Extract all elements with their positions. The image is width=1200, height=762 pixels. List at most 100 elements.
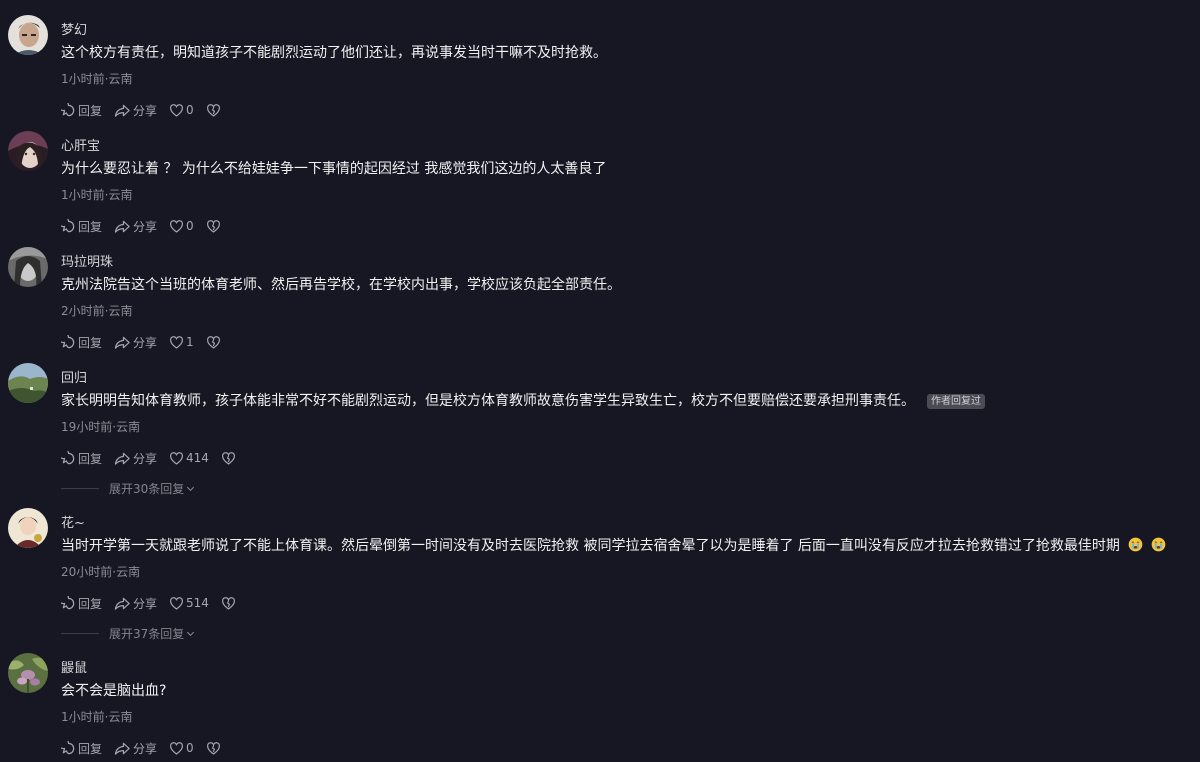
share-button[interactable]: 分享 — [114, 450, 157, 467]
avatar[interactable] — [8, 15, 48, 55]
like-button[interactable]: 0 — [169, 103, 194, 118]
like-count: 514 — [186, 596, 209, 610]
like-button[interactable]: 414 — [169, 451, 209, 466]
share-button[interactable]: 分享 — [114, 334, 157, 351]
share-icon — [114, 104, 130, 117]
share-button[interactable]: 分享 — [114, 218, 157, 235]
username[interactable]: 花~ — [61, 512, 85, 531]
dislike-button[interactable] — [221, 451, 238, 466]
broken-heart-icon — [206, 219, 220, 233]
comment-actions: 回复 分享 1 — [61, 333, 223, 351]
crying-face-icon — [1151, 537, 1166, 552]
share-label: 分享 — [133, 596, 158, 611]
comment-body: 这个校方有责任，明知道孩子不能剧烈运动了他们还让，再说事发当时干嘛不及时抢救。 — [61, 45, 607, 61]
comment-actions: 回复 分享 0 — [61, 101, 223, 119]
reply-label: 回复 — [78, 103, 103, 118]
like-count: 0 — [186, 103, 194, 117]
comment-body: 家长明明告知体育教师，孩子体能非常不好不能剧烈运动，但是校方体育教师故意伤害学生… — [61, 393, 915, 409]
reply-button[interactable]: 回复 — [61, 740, 102, 757]
share-label: 分享 — [133, 451, 158, 466]
comment-meta: 1小时前·云南 — [61, 188, 133, 202]
avatar[interactable] — [8, 363, 48, 403]
avatar[interactable] — [8, 508, 48, 548]
comment-text: 家长明明告知体育教师，孩子体能非常不好不能剧烈运动，但是校方体育教师故意伤害学生… — [61, 392, 985, 410]
comment-body: 为什么要忍让着 ？ 为什么不给娃娃争一下事情的起因经过 我感觉我们这边的人太善良… — [61, 161, 607, 177]
reply-label: 回复 — [78, 451, 103, 466]
share-button[interactable]: 分享 — [114, 595, 157, 612]
broken-heart-icon — [206, 103, 220, 117]
avatar-image — [8, 363, 48, 403]
author-replied-tag: 作者回复过 — [927, 394, 985, 409]
comment-actions: 回复 分享 514 — [61, 594, 238, 612]
like-count: 414 — [186, 451, 209, 465]
comment-meta: 1小时前·云南 — [61, 72, 133, 86]
expand-replies-button[interactable]: 展开30条回复 — [61, 480, 196, 497]
broken-heart-icon — [206, 741, 220, 755]
share-icon — [114, 336, 130, 349]
share-icon — [114, 220, 130, 233]
avatar-image — [8, 653, 48, 693]
reply-label: 回复 — [78, 741, 103, 756]
comment-actions: 回复 分享 0 — [61, 739, 223, 757]
broken-heart-icon — [222, 596, 235, 610]
comment-body: 克州法院告这个当班的体育老师、然后再告学校，在学校内出事，学校应该负起全部责任。 — [61, 277, 621, 293]
avatar-image — [8, 15, 48, 55]
avatar[interactable] — [8, 247, 48, 287]
avatar[interactable] — [8, 131, 48, 171]
reply-button[interactable]: 回复 — [61, 595, 102, 612]
reply-icon — [61, 334, 75, 348]
comment-meta: 20小时前·云南 — [61, 565, 141, 579]
reply-button[interactable]: 回复 — [61, 218, 102, 235]
reply-label: 回复 — [78, 335, 103, 350]
dislike-button[interactable] — [206, 741, 223, 756]
like-count: 1 — [186, 335, 194, 349]
share-label: 分享 — [133, 741, 158, 756]
dislike-button[interactable] — [221, 596, 238, 611]
username[interactable]: 鼹鼠 — [61, 657, 87, 676]
expand-replies-label: 展开30条回复 — [109, 482, 185, 496]
reply-label: 回复 — [78, 219, 103, 234]
username[interactable]: 回归 — [61, 367, 87, 386]
reply-button[interactable]: 回复 — [61, 102, 102, 119]
comment-text: 克州法院告这个当班的体育老师、然后再告学校，在学校内出事，学校应该负起全部责任。 — [61, 276, 621, 294]
reply-icon — [61, 595, 75, 609]
expand-replies-button[interactable]: 展开37条回复 — [61, 625, 196, 642]
like-button[interactable]: 0 — [169, 219, 194, 234]
like-button[interactable]: 1 — [169, 335, 194, 350]
comment-actions: 回复 分享 414 — [61, 449, 238, 467]
reply-icon — [61, 218, 75, 232]
reply-button[interactable]: 回复 — [61, 334, 102, 351]
broken-heart-icon — [206, 335, 220, 349]
crying-face-icon — [1128, 537, 1143, 552]
comment-text: 会不会是脑出血? — [61, 682, 166, 700]
heart-icon — [170, 596, 183, 610]
dislike-button[interactable] — [206, 103, 223, 118]
like-button[interactable]: 514 — [169, 596, 209, 611]
broken-heart-icon — [222, 451, 235, 465]
comment-text: 当时开学第一天就跟老师说了不能上体育课。然后晕倒第一时间没有及时去医院抢救 被同… — [61, 537, 1166, 555]
expand-replies-label: 展开37条回复 — [109, 627, 185, 641]
comment-meta: 1小时前·云南 — [61, 710, 133, 724]
avatar-image — [8, 247, 48, 287]
avatar[interactable] — [8, 653, 48, 693]
share-label: 分享 — [133, 219, 158, 234]
comment-text: 为什么要忍让着 ？ 为什么不给娃娃争一下事情的起因经过 我感觉我们这边的人太善良… — [61, 160, 606, 178]
reply-label: 回复 — [78, 596, 103, 611]
share-icon — [114, 597, 130, 610]
like-button[interactable]: 0 — [169, 741, 194, 756]
share-icon — [114, 452, 130, 465]
username[interactable]: 心肝宝 — [61, 135, 100, 154]
comment-body: 当时开学第一天就跟老师说了不能上体育课。然后晕倒第一时间没有及时去医院抢救 被同… — [61, 538, 1120, 554]
username[interactable]: 玛拉明珠 — [61, 251, 113, 270]
reply-icon — [61, 450, 75, 464]
avatar-image — [8, 131, 48, 171]
dislike-button[interactable] — [206, 219, 223, 234]
reply-button[interactable]: 回复 — [61, 450, 102, 467]
heart-icon — [170, 219, 183, 233]
share-button[interactable]: 分享 — [114, 102, 157, 119]
username[interactable]: 梦幻 — [61, 19, 87, 38]
share-label: 分享 — [133, 335, 158, 350]
share-icon — [114, 742, 130, 755]
share-button[interactable]: 分享 — [114, 740, 157, 757]
dislike-button[interactable] — [206, 335, 223, 350]
